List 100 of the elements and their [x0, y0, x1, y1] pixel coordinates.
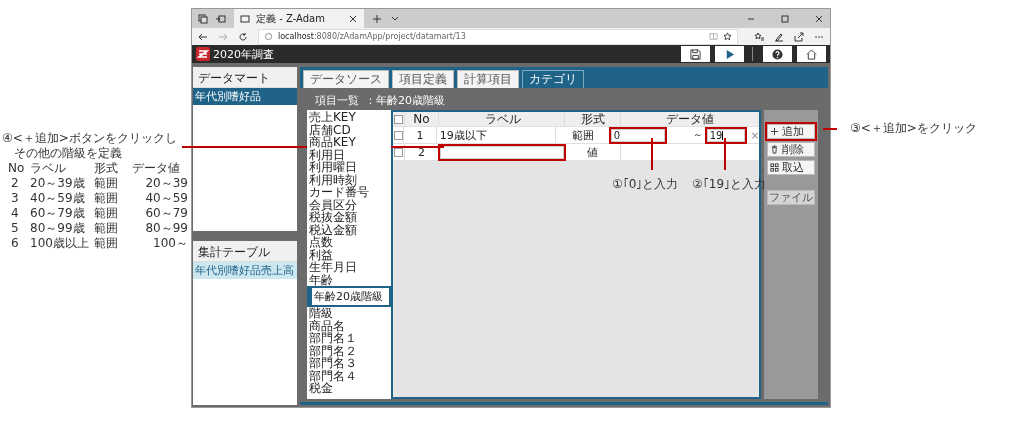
range-separator: ～ — [692, 128, 703, 142]
field-item[interactable]: 部門名１ — [307, 332, 391, 345]
annotation-cell-text: 100～ — [152, 236, 188, 251]
annotation-header: ラベル — [30, 161, 67, 176]
column-header: ラベル — [439, 112, 565, 126]
page-icon — [240, 13, 250, 24]
back-icon[interactable] — [198, 31, 208, 42]
sidebar-item[interactable]: 年代別嗜好品売上高 — [193, 262, 297, 279]
save-button[interactable] — [681, 46, 710, 62]
favorites-icon[interactable] — [754, 31, 764, 42]
field-item[interactable]: 商品名 — [307, 319, 391, 332]
annotation-cell-text: 20～39 — [144, 176, 188, 191]
annotation-text: ③<＋追加>をクリック — [850, 120, 977, 137]
field-item[interactable]: 商品KEY — [307, 136, 391, 149]
field-item[interactable]: 税金 — [307, 382, 391, 395]
annotation-cell-text: 40～59歳 — [30, 191, 86, 206]
annotation-cell-text: 5 — [10, 221, 20, 236]
address-bar[interactable]: localhost:8080/zAdamApp/project/datamart/13 — [258, 28, 738, 45]
annotation-cell-text: 80～99歳 — [30, 221, 86, 236]
pen-icon[interactable] — [774, 31, 784, 42]
annotation-text: ②｢19｣と入力 — [692, 176, 767, 193]
field-name-input[interactable]: 年齢20歳階級 — [312, 288, 389, 305]
field-item[interactable]: 階級 — [307, 307, 391, 320]
action-button[interactable]: 削除 — [767, 142, 815, 157]
field-item[interactable]: 年齢 — [307, 273, 391, 286]
home-button[interactable] — [797, 46, 826, 62]
share-icon[interactable] — [794, 31, 804, 42]
panel-title: データマート — [193, 67, 297, 88]
checkbox[interactable] — [393, 130, 403, 140]
tab[interactable]: 項目定義 — [392, 70, 454, 88]
action-button[interactable]: 取込 — [767, 160, 815, 175]
field-item[interactable]: 会員区分 — [307, 198, 391, 211]
label-input[interactable] — [440, 145, 564, 159]
heading-label: 項目一覧 — [315, 93, 359, 108]
annotation-text: ①｢0｣と入力 — [612, 176, 679, 193]
annotation-cell-text: 6 — [10, 236, 20, 251]
heading-value: ：年齢20歳階級 — [365, 93, 445, 108]
leader-line — [823, 128, 837, 130]
field-item[interactable]: 生年月日 — [307, 261, 391, 274]
annotation-cell-text: 100歳以上 — [30, 236, 90, 251]
label-text: 19歳以下 — [439, 127, 487, 143]
value-input[interactable]: 0 — [610, 128, 665, 142]
run-button[interactable] — [715, 46, 744, 62]
trash-icon — [770, 145, 779, 154]
star-icon[interactable] — [723, 32, 732, 41]
url-text: localhost:8080/zAdamApp/project/datamart/13 — [278, 32, 466, 41]
checkbox[interactable] — [394, 147, 403, 157]
column-header: No — [405, 112, 439, 126]
info-icon — [264, 32, 273, 41]
maximize-icon[interactable] — [780, 13, 790, 24]
save-icon — [690, 48, 701, 60]
refresh-icon[interactable] — [238, 31, 248, 42]
remove-button[interactable]: × — [750, 129, 759, 141]
tab[interactable]: 計算項目 — [457, 70, 519, 88]
action-button[interactable]: 追加 — [767, 124, 815, 139]
play-icon — [724, 48, 735, 60]
field-item[interactable]: 部門名４ — [307, 369, 391, 382]
close-icon[interactable] — [348, 13, 358, 24]
annotation-cell-text: 範囲 — [94, 191, 119, 206]
annotation-text: その他の階級を定義 — [13, 146, 123, 161]
annotation-cell-text: 2 — [10, 176, 20, 191]
annotation-cell-text: 範囲 — [94, 236, 119, 251]
help-button[interactable] — [763, 46, 792, 62]
close-icon[interactable] — [814, 13, 824, 24]
annotation-header: データ値 — [132, 161, 181, 176]
home-icon — [806, 48, 817, 60]
table-cell: 1 — [404, 127, 437, 143]
field-item[interactable]: 部門名３ — [307, 357, 391, 370]
field-item[interactable]: カード番号 — [307, 186, 391, 199]
field-item[interactable]: 税込金額 — [307, 223, 391, 236]
annotation-cell-text: 3 — [10, 191, 20, 206]
field-item[interactable]: 利用時刻 — [307, 173, 391, 186]
tabs-icon[interactable] — [198, 13, 208, 24]
field-item[interactable]: 店舗CD — [307, 123, 391, 136]
field-item[interactable]: 利用日 — [307, 148, 391, 161]
annotation-cell-text: 4 — [10, 206, 20, 221]
tab[interactable]: データソース — [303, 70, 389, 88]
annotation-cell-text: 60～79 — [144, 206, 188, 221]
new-tab-icon[interactable] — [372, 13, 382, 24]
column-header: データ値 — [665, 112, 715, 126]
plus-icon — [770, 127, 779, 136]
grid-icon — [770, 163, 779, 172]
field-item[interactable]: 売上KEY — [307, 111, 391, 124]
value-input[interactable]: 19 — [706, 128, 745, 142]
annotation-cell-text: 40～59 — [144, 191, 188, 206]
field-item[interactable]: 税抜金額 — [307, 211, 391, 224]
field-item[interactable]: 利益 — [307, 248, 391, 261]
tab[interactable]: カテゴリ — [522, 70, 584, 88]
checkbox[interactable] — [394, 114, 403, 124]
field-item[interactable]: 点数 — [307, 236, 391, 249]
tab-back-icon[interactable] — [216, 13, 226, 24]
field-item[interactable]: 利用曜日 — [307, 161, 391, 174]
annotation-header: No — [8, 161, 26, 176]
annotation-cell-text: 範囲 — [94, 221, 119, 236]
browser-tab[interactable]: 定義 - Z-Adam — [234, 9, 364, 28]
annotation-cell-text: 範囲 — [94, 206, 119, 221]
logo-icon — [196, 47, 210, 61]
tab-title: 定義 - Z-Adam — [256, 11, 325, 26]
sidebar-item[interactable]: 年代別嗜好品 — [193, 88, 297, 105]
field-item[interactable]: 部門名２ — [307, 344, 391, 357]
